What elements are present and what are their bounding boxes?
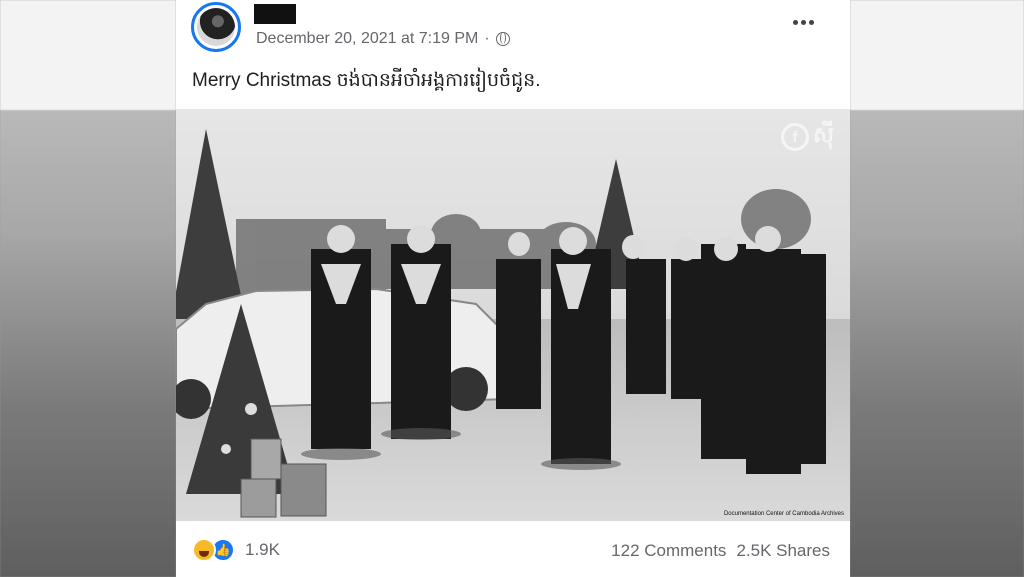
photo-illustration (176, 109, 850, 521)
blurred-background-left (0, 0, 176, 577)
post-timestamp[interactable]: December 20, 2021 at 7:19 PM (256, 30, 478, 48)
more-dot (792, 19, 798, 25)
globe-icon[interactable] (495, 32, 510, 46)
haha-icon (192, 538, 216, 562)
post-caption: Merry Christmas ចង់បានអីចាំអង្គការរៀបចំជ… (192, 70, 541, 91)
post-stats: 122 Comments 2.5K Shares (611, 541, 830, 561)
reactions-summary[interactable]: 👍 1.9K (192, 538, 280, 562)
watermark-text: ស៊ី (813, 122, 834, 147)
post-footer: 👍 1.9K 122 Comments 2.5K Shares (176, 521, 850, 577)
avatar[interactable] (191, 2, 241, 52)
post-card: December 20, 2021 at 7:19 PM · Merry Chr… (176, 0, 850, 577)
reaction-count: 1.9K (245, 540, 280, 559)
post-photo[interactable]: f ស៊ី Documentation Center of Cambodia A… (176, 109, 850, 521)
comments-count[interactable]: 122 Comments (611, 541, 726, 561)
photo-watermark: f ស៊ី (781, 121, 834, 153)
meta-separator: · (484, 30, 490, 47)
post-meta: December 20, 2021 at 7:19 PM · (256, 30, 510, 48)
shares-count[interactable]: 2.5K Shares (736, 541, 830, 561)
facebook-f-icon: f (781, 123, 810, 151)
more-dot (808, 19, 814, 25)
redacted-author-name (254, 4, 296, 24)
photo-credit: Documentation Center of Cambodia Archive… (723, 511, 844, 517)
more-dot (800, 19, 806, 25)
more-options-button[interactable] (788, 10, 818, 34)
blurred-background-right (850, 0, 1024, 577)
